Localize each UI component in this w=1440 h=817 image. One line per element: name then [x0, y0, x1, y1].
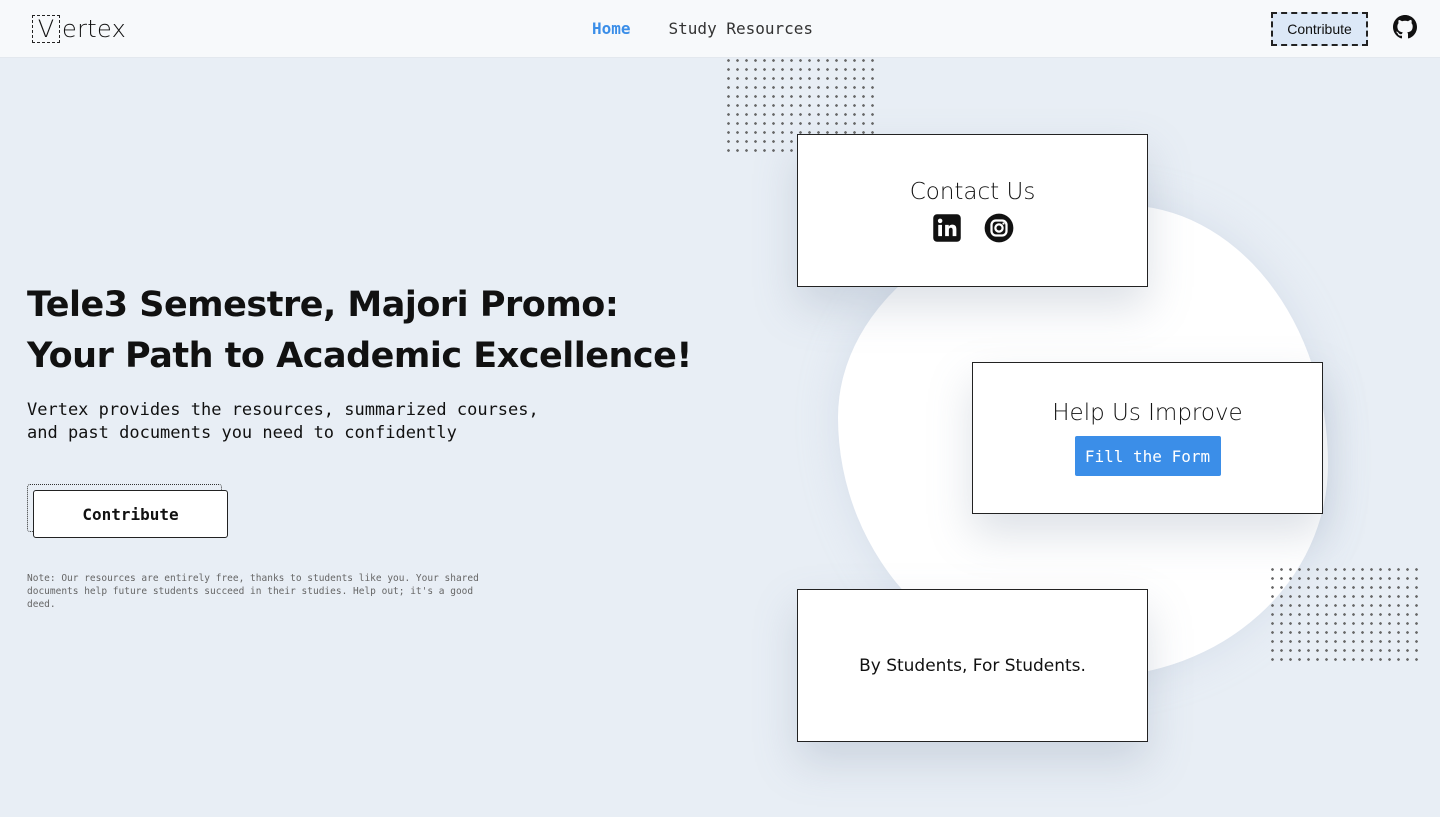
linkedin-icon[interactable] [932, 213, 962, 243]
github-icon[interactable] [1393, 15, 1417, 39]
hero-description: Vertex provides the resources, summarize… [27, 399, 587, 445]
hero-note-line-2: documents help future students succeed i… [27, 586, 474, 610]
hero-note: Note: Our resources are entirely free, t… [27, 572, 507, 611]
nav-link-home[interactable]: Home [592, 19, 631, 38]
contact-card-title: Contact Us [909, 178, 1036, 205]
tagline-text: By Students, For Students. [859, 655, 1086, 676]
instagram-icon[interactable] [984, 213, 1014, 243]
hero-title-line-2: Your Path to Academic Excellence! [27, 336, 692, 376]
contact-card: Contact Us [797, 134, 1148, 287]
hero-description-line-2: and past documents you need to confident… [27, 423, 457, 443]
logo-text: ertex [62, 15, 127, 43]
nav-contribute-button[interactable]: Contribute [1271, 12, 1368, 46]
top-navbar: V ertex Home Study Resources Contribute [0, 0, 1440, 58]
hero-title: Tele3 Semestre, Majori Promo: Your Path … [27, 280, 727, 382]
improve-card-title: Help Us Improve [1052, 400, 1243, 426]
dot-pattern-bottom [1268, 565, 1418, 661]
logo-boxed-letter: V [32, 15, 60, 43]
nav-links: Home Study Resources [592, 19, 813, 38]
vertex-logo[interactable]: V ertex [32, 13, 126, 45]
hero-title-line-1: Tele3 Semestre, Majori Promo: [27, 285, 619, 325]
hero-contribute-button[interactable]: Contribute [33, 490, 228, 538]
improve-card: Help Us Improve Fill the Form [972, 362, 1323, 514]
hero-note-line-1: Note: Our resources are entirely free, t… [27, 573, 479, 584]
fill-form-button[interactable]: Fill the Form [1074, 436, 1221, 476]
social-links [932, 213, 1014, 243]
hero-description-line-1: Vertex provides the resources, summarize… [27, 400, 539, 420]
tagline-card: By Students, For Students. [797, 589, 1148, 742]
nav-link-study-resources[interactable]: Study Resources [669, 19, 814, 38]
